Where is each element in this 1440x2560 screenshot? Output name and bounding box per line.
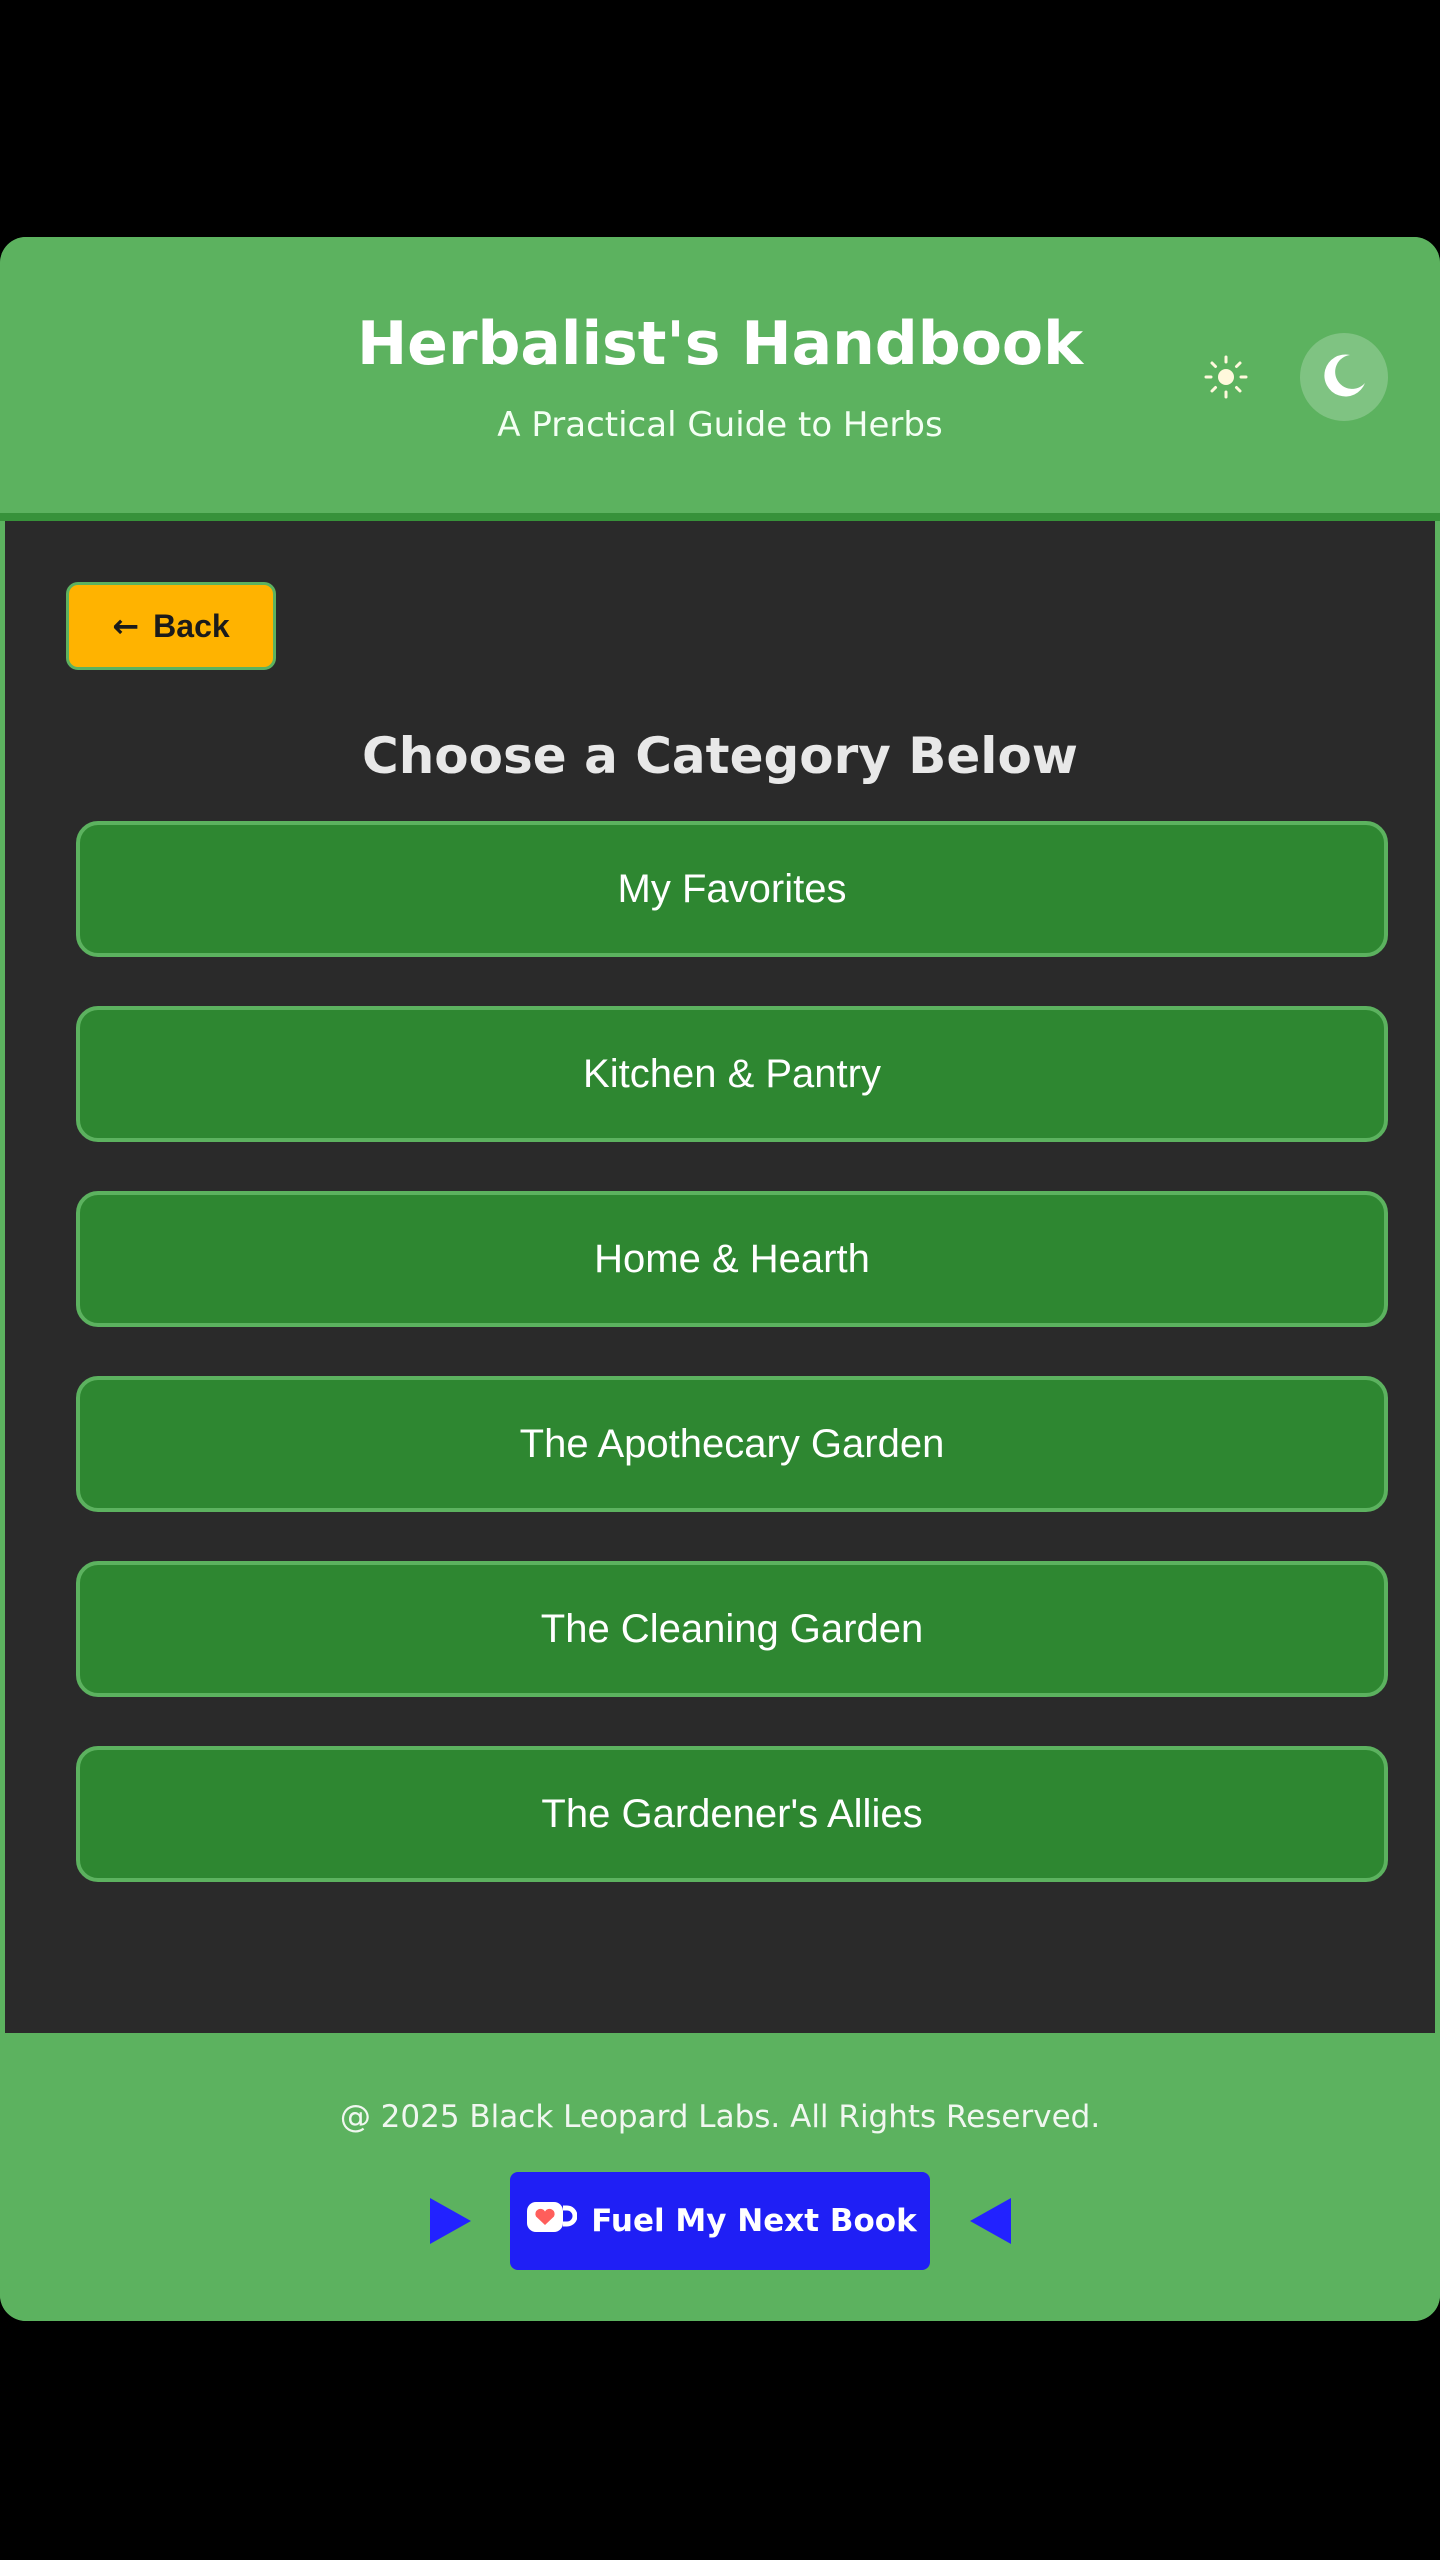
back-button[interactable]: ← Back	[66, 582, 276, 670]
app-window: Herbalist's Handbook A Practical Guide t…	[0, 237, 1440, 2321]
support-button-label: Fuel My Next Book	[591, 2203, 917, 2239]
category-heading: Choose a Category Below	[362, 727, 1078, 785]
dark-mode-toggle[interactable]	[1300, 333, 1388, 421]
kofi-cup-icon	[523, 2197, 578, 2245]
app-footer: @ 2025 Black Leopard Labs. All Rights Re…	[0, 2033, 1440, 2321]
main-panel: ← Back Choose a Category Below My Favori…	[5, 521, 1435, 2033]
category-button-kitchen-pantry[interactable]: Kitchen & Pantry	[76, 1006, 1388, 1142]
moon-icon	[1316, 347, 1372, 407]
copyright-text: @ 2025 Black Leopard Labs. All Rights Re…	[339, 2099, 1101, 2135]
header-divider	[0, 513, 1440, 521]
left-pointer-icon	[970, 2198, 1011, 2244]
category-button-home-hearth[interactable]: Home & Hearth	[76, 1191, 1388, 1327]
category-button-my-favorites[interactable]: My Favorites	[76, 821, 1388, 957]
back-button-label: Back	[153, 607, 230, 644]
support-button[interactable]: Fuel My Next Book	[510, 2172, 930, 2270]
light-mode-toggle[interactable]	[1196, 349, 1256, 409]
category-button-gardeners-allies[interactable]: The Gardener's Allies	[76, 1746, 1388, 1882]
right-pointer-icon	[430, 2198, 471, 2244]
category-button-cleaning-garden[interactable]: The Cleaning Garden	[76, 1561, 1388, 1697]
sun-icon	[1198, 349, 1254, 409]
app-header: Herbalist's Handbook A Practical Guide t…	[0, 237, 1440, 513]
category-button-apothecary-garden[interactable]: The Apothecary Garden	[76, 1376, 1388, 1512]
back-arrow-icon: ←	[112, 607, 140, 645]
app-subtitle: A Practical Guide to Herbs	[497, 405, 943, 445]
